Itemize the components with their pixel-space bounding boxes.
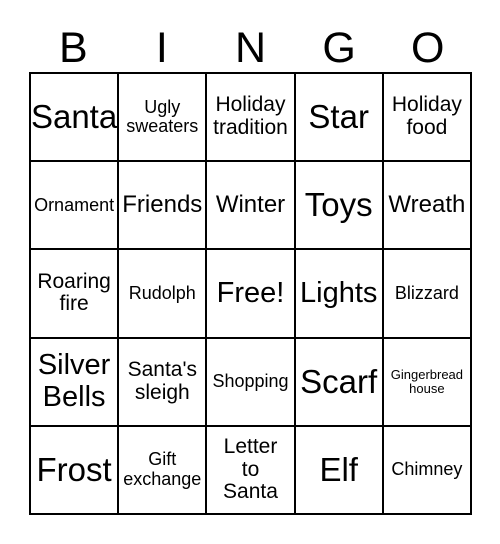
bingo-cell-r3c4[interactable]: Lights <box>295 250 384 339</box>
bingo-cell-label: Letter to Santa <box>223 434 278 504</box>
bingo-cell-r1c5[interactable]: Holiday food <box>383 74 472 163</box>
bingo-cell-label: Chimney <box>391 459 463 480</box>
bingo-cell-r2c5[interactable]: Wreath <box>383 162 472 251</box>
bingo-cell-label: Lights <box>300 276 378 309</box>
bingo-cell-label: Blizzard <box>394 282 459 303</box>
bingo-cell-label: Frost <box>36 451 112 489</box>
bingo-cell-r4c4[interactable]: Scarf <box>295 338 384 427</box>
bingo-cell-r1c2[interactable]: Ugly sweaters <box>119 74 208 163</box>
bingo-cell-label: Holiday tradition <box>213 93 288 140</box>
bingo-header-letter-g: G <box>322 24 356 72</box>
bingo-cell-r4c3[interactable]: Shopping <box>207 338 296 427</box>
bingo-cell-label: Scarf <box>300 362 378 400</box>
bingo-cell-label: Gingerbread house <box>390 366 464 396</box>
bingo-cell-label: Rudolph <box>128 282 196 303</box>
bingo-cell-label: Free! <box>216 276 285 309</box>
bingo-cell-r5c5[interactable]: Chimney <box>383 426 472 515</box>
bingo-cell-label: Friends <box>122 191 203 219</box>
bingo-cell-r2c4[interactable]: Toys <box>295 162 384 251</box>
bingo-cell-label: Toys <box>304 186 373 224</box>
bingo-card: B I N G O Santa Ugly sweaters Holiday trad… <box>0 0 500 544</box>
bingo-cell-label: Wreath <box>388 191 466 219</box>
bingo-cell-label: Roaring fire <box>37 269 111 316</box>
bingo-cell-label: Winter <box>215 191 286 219</box>
bingo-cell-r1c3[interactable]: Holiday tradition <box>207 74 296 163</box>
bingo-header-letter-n: N <box>234 24 267 72</box>
bingo-cell-r3c2[interactable]: Rudolph <box>119 250 208 339</box>
bingo-cell-r2c1[interactable]: Ornament <box>31 162 120 251</box>
bingo-cell-label: Elf <box>319 451 358 489</box>
bingo-cell-r5c4[interactable]: Elf <box>295 426 384 515</box>
bingo-cell-label: Gift exchange <box>123 449 202 489</box>
bingo-cell-r2c3[interactable]: Winter <box>207 162 296 251</box>
bingo-cell-r4c1[interactable]: Silver Bells <box>31 338 120 427</box>
bingo-cell-label: Shopping <box>212 370 289 391</box>
bingo-cell-label: Santa <box>31 98 118 136</box>
bingo-cell-r1c1[interactable]: Santa <box>31 74 120 163</box>
bingo-cell-r1c4[interactable]: Star <box>295 74 384 163</box>
bingo-header-letter-b: B <box>58 24 88 72</box>
bingo-grid: Santa Ugly sweaters Holiday tradition Star H… <box>29 72 472 515</box>
bingo-cell-r4c2[interactable]: Santa's sleigh <box>119 338 208 427</box>
bingo-cell-r5c3[interactable]: Letter to Santa <box>207 426 296 515</box>
bingo-cell-r5c1[interactable]: Frost <box>31 426 120 515</box>
bingo-header-letter-o: O <box>410 24 445 72</box>
bingo-cell-r3c3[interactable]: Free! <box>207 250 296 339</box>
bingo-cell-label: Ornament <box>34 194 115 215</box>
bingo-cell-r2c2[interactable]: Friends <box>119 162 208 251</box>
bingo-cell-r3c1[interactable]: Roaring fire <box>31 250 120 339</box>
bingo-header-letter-i: I <box>155 24 168 72</box>
bingo-cell-label: Star <box>308 98 369 136</box>
bingo-cell-label: Ugly sweaters <box>126 96 199 137</box>
bingo-cell-label: Holiday food <box>391 93 462 140</box>
bingo-cell-r5c2[interactable]: Gift exchange <box>119 426 208 515</box>
bingo-cell-label: Silver Bells <box>37 349 111 413</box>
bingo-cell-r4c5[interactable]: Gingerbread house <box>383 338 472 427</box>
bingo-cell-label: Santa's sleigh <box>127 358 197 404</box>
bingo-cell-r3c5[interactable]: Blizzard <box>383 250 472 339</box>
bingo-header-row: B I N G O <box>29 14 472 72</box>
